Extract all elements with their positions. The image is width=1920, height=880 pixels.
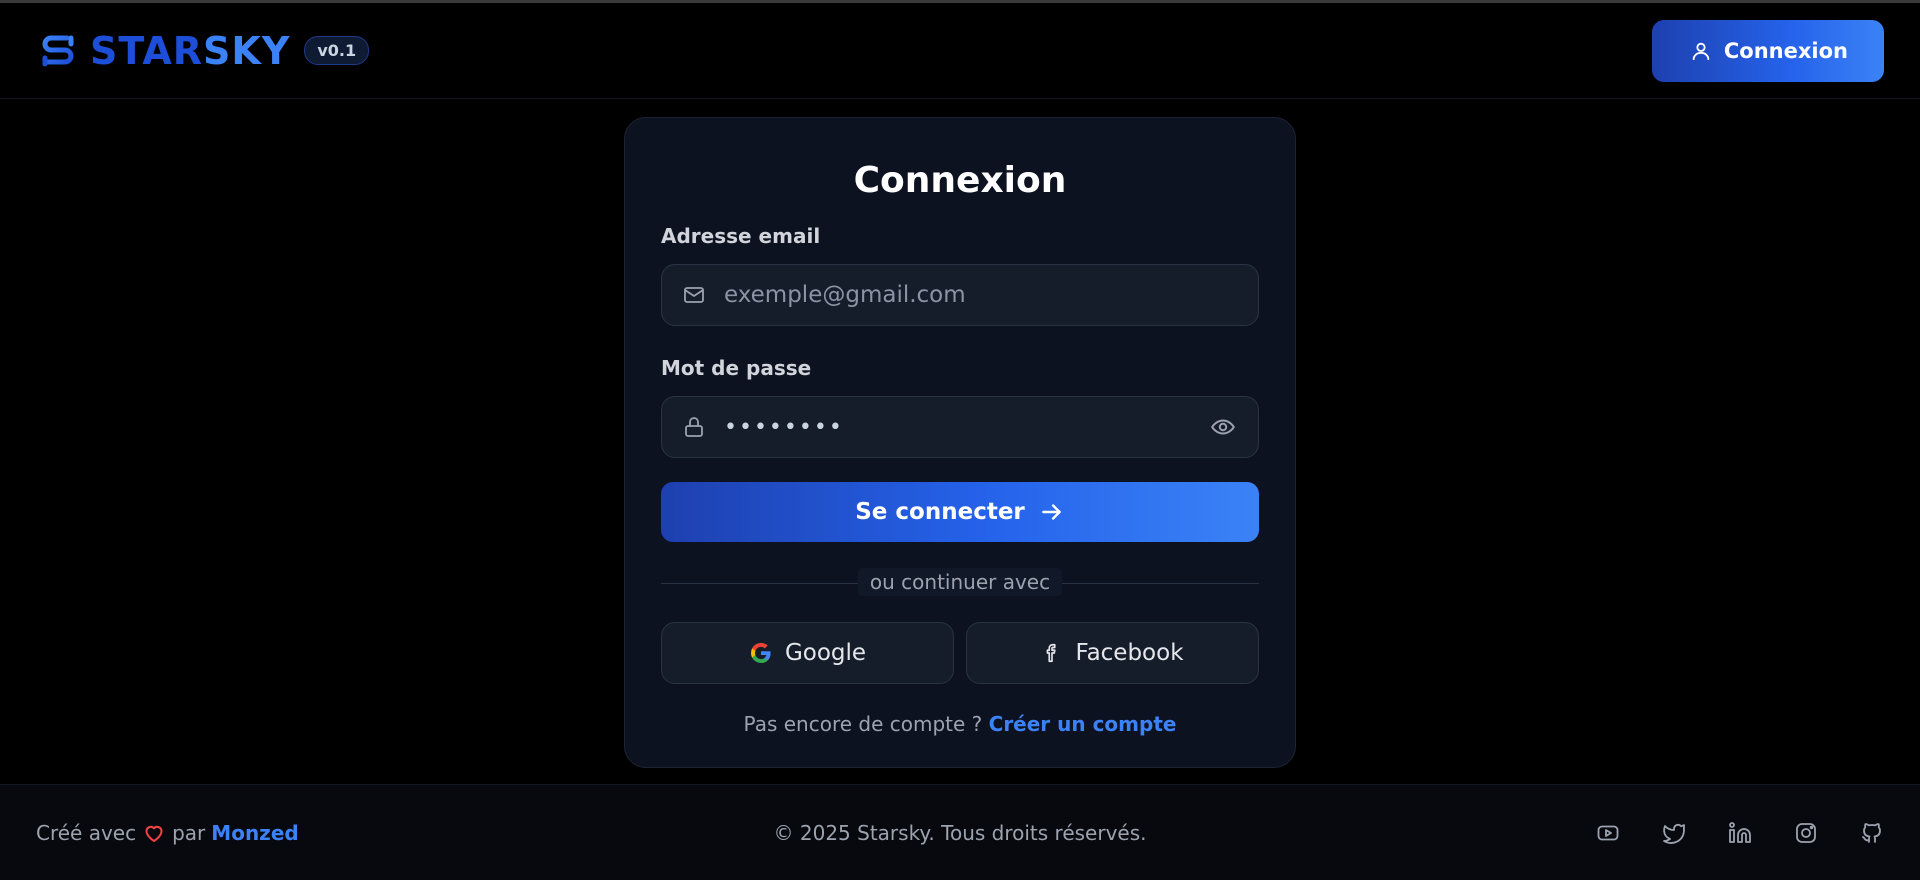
by-text: par [172,820,206,845]
twitter-icon[interactable] [1662,821,1686,845]
brand-name-part2: SKY [203,28,291,73]
login-card: Connexion Adresse email exemple@gmail.co… [624,117,1296,768]
submit-button[interactable]: Se connecter [661,482,1259,542]
footer-credit: Créé avec par Monzed [36,821,299,845]
eye-icon[interactable] [1210,414,1236,440]
brand-name: STARSKY [90,29,290,73]
email-field[interactable]: exemple@gmail.com [661,264,1259,326]
google-button[interactable]: Google [661,622,954,684]
version-badge: v0.1 [304,36,370,65]
password-field[interactable]: •••••••• [661,396,1259,458]
brand[interactable]: STARSKY v0.1 [36,29,370,73]
site-footer: Créé avec par Monzed © 2025 Starsky. Tou… [0,784,1920,880]
copyright: © 2025 Starsky. Tous droits réservés. [773,820,1147,845]
or-divider: ou continuer avec [661,568,1259,598]
mail-icon [682,283,706,307]
s-logo-icon [36,29,80,73]
password-input[interactable]: •••••••• [724,415,1192,440]
email-label: Adresse email [661,224,821,248]
arrow-right-icon [1039,499,1065,525]
facebook-icon [1041,641,1063,665]
author-link[interactable]: Monzed [211,821,298,845]
site-header: STARSKY v0.1 Connexion [0,3,1920,99]
lock-icon [682,415,706,439]
page-title: Connexion [853,160,1067,201]
social-login-buttons: Google Facebook [661,622,1259,684]
google-icon [749,641,773,665]
no-account-text: Pas encore de compte ? [743,712,983,736]
github-icon[interactable] [1860,821,1884,845]
user-icon [1690,40,1712,62]
instagram-icon[interactable] [1794,821,1818,845]
youtube-icon[interactable] [1596,821,1620,845]
submit-label: Se connecter [855,499,1025,525]
divider-text: ou continuer avec [857,568,1063,596]
email-input[interactable]: exemple@gmail.com [724,282,1236,308]
signup-prompt: Pas encore de compte ? Créer un compte [661,712,1259,736]
brand-name-part1: STAR [90,28,204,73]
made-with-text: Créé avec [36,820,137,845]
linkedin-icon[interactable] [1728,821,1752,845]
header-login-button[interactable]: Connexion [1651,19,1884,82]
social-links [1596,821,1884,845]
create-account-link[interactable]: Créer un compte [989,712,1177,736]
heart-icon [142,821,166,845]
google-label: Google [784,640,867,666]
password-label: Mot de passe [661,356,812,380]
header-login-label: Connexion [1723,38,1848,63]
facebook-label: Facebook [1075,640,1184,666]
facebook-button[interactable]: Facebook [966,622,1259,684]
